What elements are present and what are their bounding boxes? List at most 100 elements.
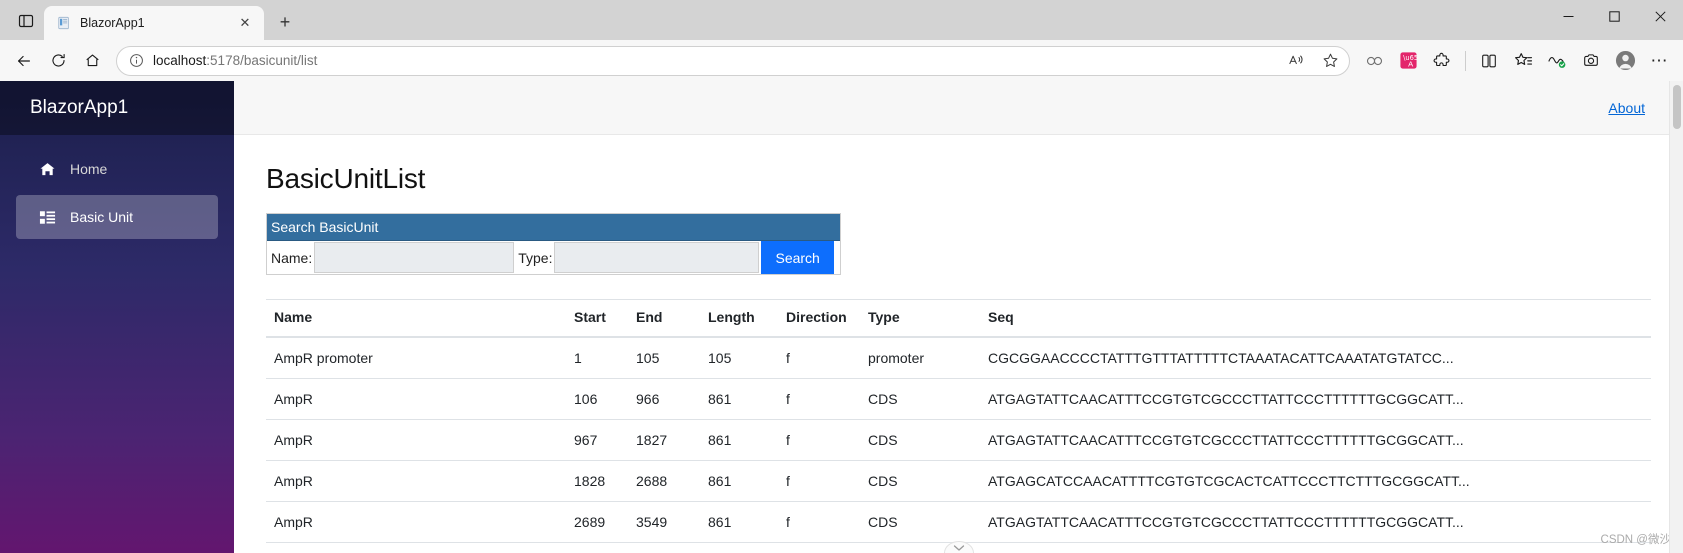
collections-icon[interactable] [1507, 45, 1539, 77]
maximize-button[interactable] [1591, 0, 1637, 32]
table-row[interactable]: AmpR 2689 3549 861 f CDS ATGAGTATTCAACAT… [266, 501, 1651, 543]
cell-name: AmpR [266, 501, 566, 543]
cell-seq: ATGAGCATCCAACATTTTCGTGTCGCACTCATTCCCTTCT… [980, 460, 1651, 502]
browser-window: BlazorApp1 ✕ + localhost:5178/basicunit/… [0, 0, 1683, 553]
page-scrollbar[interactable] [1669, 81, 1683, 553]
url-host: localhost [153, 53, 207, 68]
cell-direction: f [778, 378, 860, 420]
address-text[interactable]: localhost:5178/basicunit/list [153, 53, 1275, 68]
screenshot-icon[interactable] [1575, 45, 1607, 77]
cell-direction: f [778, 419, 860, 461]
read-aloud-icon[interactable] [1283, 48, 1309, 74]
cell-direction: f [778, 460, 860, 502]
profile-avatar[interactable] [1609, 45, 1641, 77]
minimize-button[interactable] [1545, 0, 1591, 32]
close-icon[interactable]: ✕ [234, 12, 256, 34]
browser-tab[interactable]: BlazorApp1 ✕ [44, 6, 264, 40]
cell-length: 861 [700, 501, 778, 543]
sidebar-item-label: Basic Unit [70, 209, 134, 225]
cell-start: 967 [566, 419, 628, 461]
column-header-direction[interactable]: Direction [778, 299, 860, 338]
refresh-icon[interactable] [42, 45, 74, 77]
search-panel: Search BasicUnit Name: Type: Search [266, 213, 841, 275]
search-button[interactable]: Search [761, 241, 834, 274]
cell-seq: ATGAGTATTCAACATTTCCGTGTCGCCCTTATTCCCTTTT… [980, 501, 1651, 543]
column-header-name[interactable]: Name [266, 299, 566, 338]
app-brand[interactable]: BlazorApp1 [0, 81, 234, 135]
cell-name: AmpR [266, 460, 566, 502]
split-screen-icon[interactable] [1473, 45, 1505, 77]
home-icon [38, 160, 56, 178]
cell-end: 966 [628, 378, 700, 420]
cell-type: CDS [860, 460, 980, 502]
browser-toolbar: localhost:5178/basicunit/list \u658 [0, 40, 1683, 81]
watermark: CSDN @微沙 [1600, 534, 1671, 546]
cell-type: CDS [860, 419, 980, 461]
url-path: :5178/basicunit/list [206, 53, 318, 68]
app-content: About BasicUnitList Search BasicUnit Nam… [234, 81, 1683, 553]
cell-start: 1828 [566, 460, 628, 502]
cell-name: AmpR promoter [266, 337, 566, 379]
about-link[interactable]: About [1608, 100, 1645, 116]
cell-start: 2689 [566, 501, 628, 543]
app-sidebar: BlazorApp1 Home Basic Unit [0, 81, 234, 553]
type-field-label: Type: [518, 249, 553, 266]
search-type-input[interactable] [554, 242, 760, 273]
browser-essentials-icon[interactable] [1541, 45, 1573, 77]
back-icon[interactable] [8, 45, 40, 77]
list-icon [38, 208, 56, 226]
column-header-start[interactable]: Start [566, 299, 628, 338]
cell-length: 861 [700, 419, 778, 461]
address-bar[interactable]: localhost:5178/basicunit/list [116, 45, 1350, 76]
tab-strip: BlazorApp1 ✕ + [0, 0, 1545, 40]
translate-icon[interactable]: \u6587 A [1392, 45, 1424, 77]
tab-sidebar-icon[interactable] [8, 4, 44, 38]
extensions-icon[interactable] [1426, 45, 1458, 77]
cell-end: 2688 [628, 460, 700, 502]
cell-seq: CGCGGAACCCCTATTTGTTTATTTTTCTAAATACATTCAA… [980, 337, 1651, 379]
sidebar-item-home[interactable]: Home [16, 147, 218, 191]
table-row[interactable]: AmpR promoter 1 105 105 f promoter CGCGG… [266, 337, 1651, 379]
web-page: BlazorApp1 Home Basic Unit About BasicUn… [0, 81, 1683, 553]
browser-titlebar: BlazorApp1 ✕ + [0, 0, 1683, 40]
column-header-length[interactable]: Length [700, 299, 778, 338]
cell-end: 3549 [628, 501, 700, 543]
app-top-bar: About [234, 81, 1683, 135]
sidebar-nav: Home Basic Unit [0, 135, 234, 239]
table-body: AmpR promoter 1 105 105 f promoter CGCGG… [266, 337, 1651, 543]
column-header-type[interactable]: Type [860, 299, 980, 338]
table-header: Name Start End Length Direction Type Seq [266, 299, 1651, 338]
new-tab-button[interactable]: + [270, 7, 300, 37]
cell-start: 106 [566, 378, 628, 420]
cell-length: 861 [700, 378, 778, 420]
favorite-star-icon[interactable] [1317, 48, 1343, 74]
table-header-row: Name Start End Length Direction Type Seq [266, 299, 1651, 338]
main-area: BasicUnitList Search BasicUnit Name: Typ… [234, 135, 1683, 553]
cell-direction: f [778, 337, 860, 379]
cell-length: 105 [700, 337, 778, 379]
home-icon[interactable] [76, 45, 108, 77]
sidebar-item-basic-unit[interactable]: Basic Unit [16, 195, 218, 239]
cell-seq: ATGAGTATTCAACATTTCCGTGTCGCCCTTATTCCCTTTT… [980, 378, 1651, 420]
table-row[interactable]: AmpR 106 966 861 f CDS ATGAGTATTCAACATTT… [266, 378, 1651, 420]
copilot-icon[interactable] [1358, 45, 1390, 77]
page-title: BasicUnitList [266, 163, 426, 194]
cell-type: CDS [860, 501, 980, 543]
cell-end: 105 [628, 337, 700, 379]
toolbar-divider [1465, 50, 1466, 71]
search-name-input[interactable] [314, 242, 515, 273]
cell-name: AmpR [266, 419, 566, 461]
cell-type: CDS [860, 378, 980, 420]
settings-more-icon[interactable]: ⋯ [1643, 45, 1675, 77]
cell-direction: f [778, 501, 860, 543]
close-window-button[interactable] [1637, 0, 1683, 32]
cell-name: AmpR [266, 378, 566, 420]
column-header-seq[interactable]: Seq [980, 299, 1651, 338]
info-icon[interactable] [127, 52, 145, 70]
table-row[interactable]: AmpR 1828 2688 861 f CDS ATGAGCATCCAACAT… [266, 460, 1651, 502]
cell-seq: ATGAGTATTCAACATTTCCGTGTCGCCCTTATTCCCTTTT… [980, 419, 1651, 461]
scrollbar-thumb[interactable] [1673, 85, 1681, 129]
basic-unit-table: Name Start End Length Direction Type Seq… [266, 299, 1651, 543]
table-row[interactable]: AmpR 967 1827 861 f CDS ATGAGTATTCAACATT… [266, 419, 1651, 461]
column-header-end[interactable]: End [628, 299, 700, 338]
